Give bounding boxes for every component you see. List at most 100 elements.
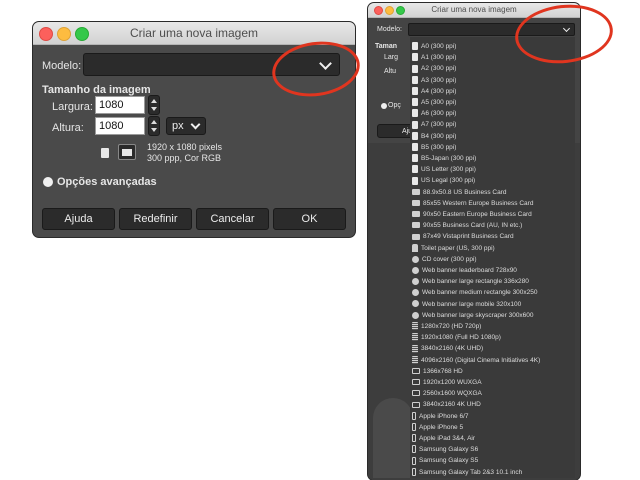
menu-item-label: A7 (300 ppi) (421, 121, 457, 129)
menu-item[interactable]: A2 (300 ppi) (412, 63, 456, 74)
unit-select[interactable]: px (166, 117, 206, 135)
menu-item[interactable]: 90x55 Business Card (AU, IN etc.) (412, 220, 522, 231)
menu-item[interactable]: 4096x2160 (Digital Cinema Initiatives 4K… (412, 355, 540, 366)
menu-item[interactable]: A7 (300 ppi) (412, 119, 456, 130)
menu-item[interactable]: Samsung Galaxy Tab 2&3 10.1 inch (412, 467, 522, 478)
menu-item[interactable]: Web banner medium rectangle 300x250 (412, 287, 538, 298)
width-stepper[interactable] (148, 95, 160, 115)
card-icon (412, 188, 420, 195)
doc-icon (412, 143, 418, 152)
menu-item[interactable]: Samsung Galaxy S6 (412, 444, 478, 455)
menu-item[interactable]: Web banner large rectangle 336x280 (412, 276, 529, 287)
menu-item-label: 2560x1600 WQXGA (423, 390, 482, 398)
ok-button[interactable]: OK (273, 208, 346, 230)
menu-item-label: A1 (300 ppi) (421, 54, 457, 62)
menu-item[interactable]: B5 (300 ppi) (412, 142, 456, 153)
menu-item[interactable]: 90x50 Eastern Europe Business Card (412, 209, 532, 220)
menu-item[interactable]: 3840x2160 (4K UHD) (412, 343, 483, 354)
doc-icon (412, 64, 418, 73)
card-icon (412, 200, 420, 207)
model-label: Modelo: (42, 60, 82, 72)
menu-item[interactable]: 85x55 Western Europe Business Card (412, 198, 533, 209)
menu-item-label: 90x50 Eastern Europe Business Card (423, 211, 532, 218)
menu-item[interactable]: A6 (300 ppi) (412, 108, 456, 119)
web-icon (412, 289, 419, 297)
film-icon (412, 355, 418, 364)
menu-item-label: Web banner medium rectangle 300x250 (422, 289, 538, 297)
height-value: 1080 (99, 120, 124, 132)
menu-item[interactable]: 1366x768 HD (412, 366, 463, 377)
model-dropdown-menu: A0 (300 ppi) A1 (300 ppi) A2 (300 ppi) A3 (… (410, 37, 575, 478)
info-ppi: 300 ppp, Cor RGB (147, 153, 222, 163)
menu-item-label: US Letter (300 ppi) (421, 166, 476, 174)
menu-item[interactable]: Toilet paper (US, 300 ppi) (412, 243, 495, 254)
menu-item[interactable]: Web banner large skyscraper 300x600 (412, 310, 534, 321)
menu-item[interactable]: 88.9x50.8 US Business Card (412, 187, 506, 198)
menu-item-label: A5 (300 ppi) (421, 99, 457, 106)
menu-item[interactable]: 1920x1080 (Full HD 1080p) (412, 332, 501, 343)
portrait-icon[interactable] (101, 148, 109, 158)
menu-item[interactable]: Apple iPad 3&4, Air (412, 433, 475, 444)
mon-icon (412, 368, 420, 375)
chevron-down-icon (190, 119, 201, 130)
size-heading-partial: Taman (375, 43, 398, 50)
menu-item[interactable]: Web banner large mobile 320x100 (412, 299, 521, 310)
menu-item[interactable]: Apple iPhone 6/7 (412, 411, 469, 422)
film-icon (412, 344, 418, 353)
mon-icon (412, 401, 420, 408)
doc-icon (412, 109, 418, 118)
menu-item[interactable]: 1920x1200 WUXGA (412, 377, 482, 388)
menu-item[interactable]: Web banner leaderboard 728x90 (412, 265, 517, 276)
menu-item-label: B4 (300 ppi) (421, 132, 457, 140)
menu-item[interactable]: 1280x720 (HD 720p) (412, 321, 481, 332)
menu-item-label: Samsung Galaxy Tab 2&3 10.1 inch (419, 468, 523, 476)
advanced-options-toggle[interactable]: Opções avançadas (57, 176, 157, 188)
menu-item[interactable]: Apple iPhone 5 (412, 422, 463, 433)
menu-item[interactable]: A4 (300 ppi) (412, 86, 456, 97)
menu-item[interactable]: A3 (300 ppi) (412, 75, 456, 86)
model-label-2: Modelo: (377, 26, 402, 33)
help-button[interactable]: Ajuda (42, 208, 115, 230)
menu-item-label: Web banner large rectangle 336x280 (422, 278, 529, 286)
width-label: Largura: (52, 101, 93, 113)
height-stepper[interactable] (148, 116, 160, 136)
web-icon (412, 277, 419, 285)
dialog-titlebar: Criar uma nova imagem (33, 22, 355, 45)
menu-item-label: B5 (300 ppi) (421, 143, 457, 151)
menu-item-label: Toilet paper (US, 300 ppi) (421, 244, 495, 252)
menu-item[interactable]: B5-Japan (300 ppi) (412, 153, 476, 164)
card-icon (412, 222, 420, 229)
menu-item-label: B5-Japan (300 ppi) (421, 155, 477, 162)
misc-icon (412, 243, 418, 252)
doc-icon (412, 131, 418, 140)
expand-advanced-icon[interactable] (43, 177, 53, 187)
menu-item[interactable]: US Letter (300 ppi) (412, 164, 476, 175)
height-input[interactable]: 1080 (95, 117, 145, 135)
landscape-icon[interactable] (118, 144, 136, 160)
menu-item[interactable]: A1 (300 ppi) (412, 52, 456, 63)
menu-item[interactable]: 2560x1600 WQXGA (412, 388, 482, 399)
width-input[interactable]: 1080 (95, 96, 145, 114)
menu-item-label: 1920x1200 WUXGA (423, 379, 482, 386)
menu-item-label: A6 (300 ppi) (421, 110, 457, 118)
menu-item-label: 3840x2160 (4K UHD) (421, 345, 484, 353)
menu-item-label: 90x55 Business Card (AU, IN etc.) (423, 222, 523, 230)
doc-icon (412, 53, 418, 62)
menu-item-label: A2 (300 ppi) (421, 65, 457, 73)
menu-item[interactable]: B4 (300 ppi) (412, 131, 456, 142)
film-icon (412, 322, 418, 331)
menu-item[interactable]: Samsung Galaxy S5 (412, 455, 478, 466)
web-icon (412, 311, 419, 319)
menu-item[interactable]: A0 (300 ppi) (412, 41, 456, 52)
menu-item-label: 85x55 Western Europe Business Card (423, 199, 534, 207)
menu-item[interactable]: 87x49 Vistaprint Business Card (412, 231, 514, 242)
menu-item-label: 1366x768 HD (423, 367, 463, 375)
menu-item[interactable]: 3840x2160 4K UHD (412, 399, 481, 410)
info-pixels: 1920 x 1080 pixels (147, 142, 223, 152)
menu-item[interactable]: CD cover (300 ppi) (412, 254, 477, 265)
reset-button[interactable]: Redefinir (119, 208, 192, 230)
cancel-button[interactable]: Cancelar (196, 208, 269, 230)
menu-item[interactable]: A5 (300 ppi) (412, 97, 456, 108)
menu-item-label: US Legal (300 ppi) (421, 177, 476, 185)
menu-item[interactable]: US Legal (300 ppi) (412, 175, 475, 186)
